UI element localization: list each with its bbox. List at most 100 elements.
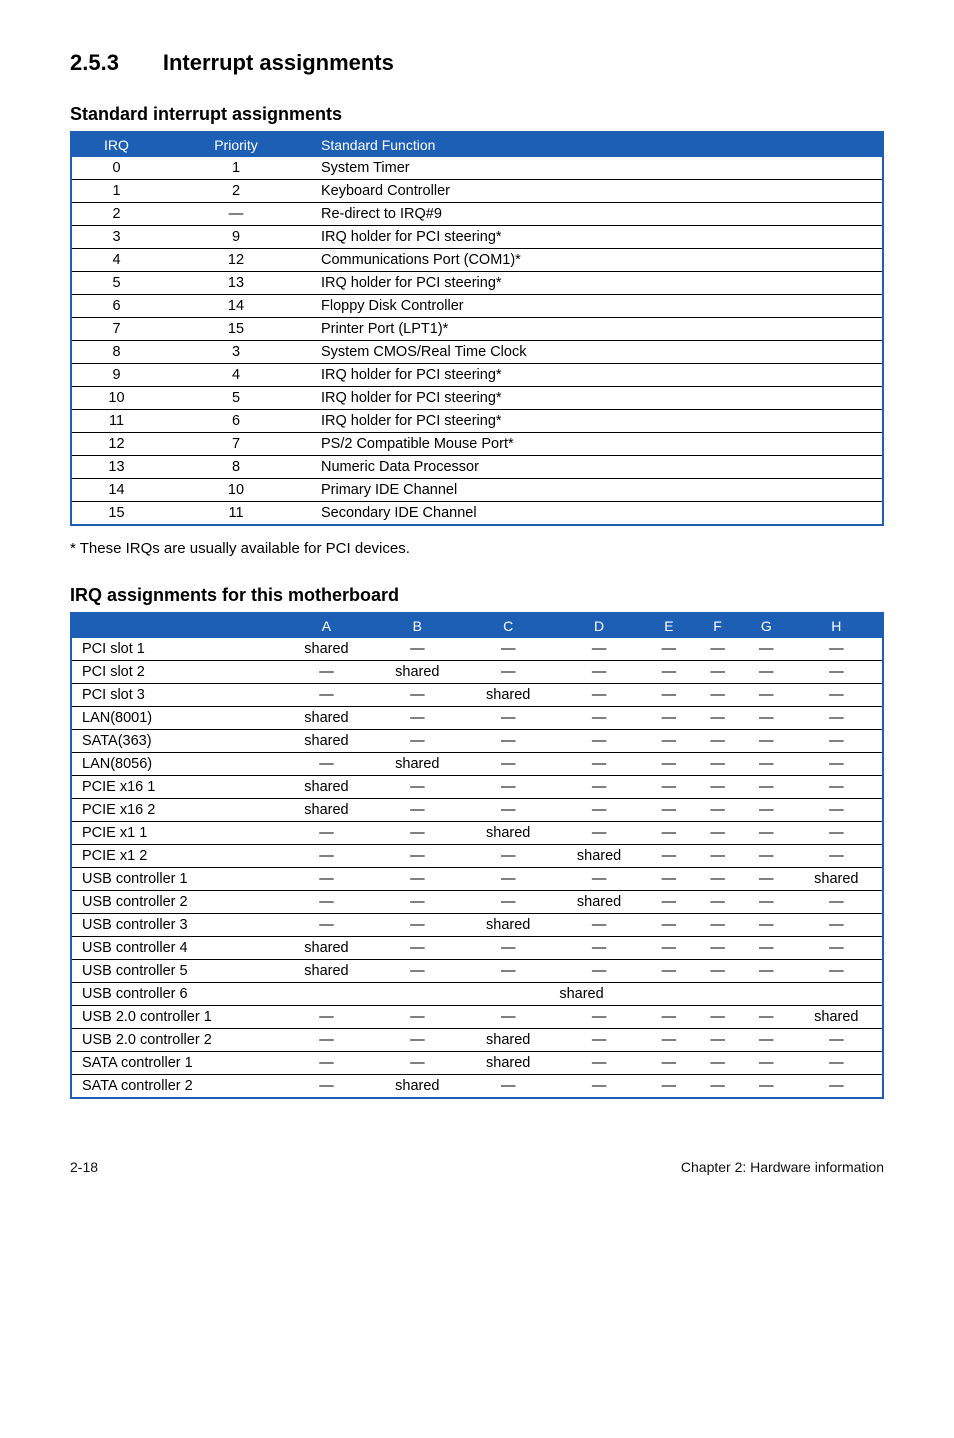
cell-priority: 15	[161, 318, 311, 341]
cell-value: —	[742, 799, 791, 822]
cell-value: —	[645, 822, 694, 845]
cell-value: —	[372, 845, 463, 868]
cell-value: shared	[791, 1006, 883, 1029]
table-row: USB controller 4shared———————	[71, 937, 883, 960]
cell-value: —	[791, 937, 883, 960]
cell-value: —	[372, 914, 463, 937]
table-row: USB controller 1———————shared	[71, 868, 883, 891]
cell-value: —	[645, 730, 694, 753]
cell-device: USB 2.0 controller 2	[71, 1029, 281, 1052]
table-row: USB controller 3——shared—————	[71, 914, 883, 937]
cell-function: System CMOS/Real Time Clock	[311, 341, 883, 364]
cell-function: Primary IDE Channel	[311, 479, 883, 502]
cell-function: Floppy Disk Controller	[311, 295, 883, 318]
cell-value: —	[791, 1029, 883, 1052]
page-footer: 2-18 Chapter 2: Hardware information	[70, 1159, 884, 1175]
th-col-e: E	[645, 613, 694, 638]
table-row: PCI slot 1shared———————	[71, 638, 883, 661]
th-col-d: D	[554, 613, 645, 638]
cell-function: Communications Port (COM1)*	[311, 249, 883, 272]
cell-value: —	[645, 1006, 694, 1029]
cell-value: —	[645, 914, 694, 937]
cell-irq: 10	[71, 387, 161, 410]
cell-value: —	[742, 845, 791, 868]
cell-device: LAN(8056)	[71, 753, 281, 776]
cell-value: —	[693, 776, 742, 799]
cell-function: IRQ holder for PCI steering*	[311, 387, 883, 410]
cell-value: —	[554, 1052, 645, 1075]
cell-value: —	[463, 845, 554, 868]
cell-value: —	[645, 799, 694, 822]
cell-value: —	[554, 776, 645, 799]
cell-value: shared	[281, 937, 372, 960]
cell-value: —	[281, 1006, 372, 1029]
table-row: 105IRQ holder for PCI steering*	[71, 387, 883, 410]
cell-device: SATA controller 1	[71, 1052, 281, 1075]
cell-function: Re-direct to IRQ#9	[311, 203, 883, 226]
cell-value: —	[463, 776, 554, 799]
cell-value: —	[463, 1006, 554, 1029]
cell-span: shared	[281, 983, 883, 1006]
cell-priority: 10	[161, 479, 311, 502]
cell-priority: 12	[161, 249, 311, 272]
table-row: USB 2.0 controller 1———————shared	[71, 1006, 883, 1029]
cell-value: —	[372, 730, 463, 753]
cell-value: —	[372, 1006, 463, 1029]
table-row: PCIE x16 2shared———————	[71, 799, 883, 822]
cell-value: —	[791, 914, 883, 937]
table-row: PCIE x1 2———shared————	[71, 845, 883, 868]
cell-value: —	[791, 753, 883, 776]
cell-value: —	[281, 1052, 372, 1075]
cell-value: —	[554, 684, 645, 707]
cell-value: —	[554, 707, 645, 730]
cell-value: shared	[463, 914, 554, 937]
cell-function: Keyboard Controller	[311, 180, 883, 203]
cell-priority: 9	[161, 226, 311, 249]
cell-function: System Timer	[311, 157, 883, 180]
table-row: USB controller 2———shared————	[71, 891, 883, 914]
cell-value: shared	[281, 707, 372, 730]
cell-device: USB controller 6	[71, 983, 281, 1006]
cell-value: —	[463, 753, 554, 776]
subheading-standard: Standard interrupt assignments	[70, 104, 884, 125]
cell-value: —	[742, 661, 791, 684]
cell-value: —	[645, 845, 694, 868]
cell-value: —	[645, 684, 694, 707]
chapter-label: Chapter 2: Hardware information	[681, 1159, 884, 1175]
cell-device: PCIE x1 2	[71, 845, 281, 868]
cell-value: —	[742, 937, 791, 960]
cell-value: —	[645, 753, 694, 776]
cell-value: —	[645, 638, 694, 661]
cell-device: USB controller 1	[71, 868, 281, 891]
cell-value: —	[791, 960, 883, 983]
cell-value: —	[554, 661, 645, 684]
cell-irq: 7	[71, 318, 161, 341]
cell-device: SATA controller 2	[71, 1075, 281, 1099]
cell-value: —	[645, 960, 694, 983]
cell-value: —	[693, 960, 742, 983]
cell-value: —	[372, 799, 463, 822]
cell-value: —	[693, 730, 742, 753]
cell-value: —	[372, 937, 463, 960]
cell-value: —	[742, 776, 791, 799]
cell-value: —	[372, 822, 463, 845]
cell-priority: 14	[161, 295, 311, 318]
cell-value: —	[372, 891, 463, 914]
cell-function: Numeric Data Processor	[311, 456, 883, 479]
cell-value: —	[463, 868, 554, 891]
section-heading: 2.5.3 Interrupt assignments	[70, 50, 884, 76]
cell-priority: 2	[161, 180, 311, 203]
cell-value: —	[742, 960, 791, 983]
table-row: 412Communications Port (COM1)*	[71, 249, 883, 272]
cell-function: IRQ holder for PCI steering*	[311, 226, 883, 249]
th-irq: IRQ	[71, 132, 161, 157]
cell-irq: 4	[71, 249, 161, 272]
cell-value: —	[693, 1006, 742, 1029]
th-priority: Priority	[161, 132, 311, 157]
cell-value: —	[791, 638, 883, 661]
cell-value: —	[554, 799, 645, 822]
cell-value: —	[463, 799, 554, 822]
cell-value: —	[693, 822, 742, 845]
cell-value: —	[281, 845, 372, 868]
cell-value: shared	[281, 638, 372, 661]
